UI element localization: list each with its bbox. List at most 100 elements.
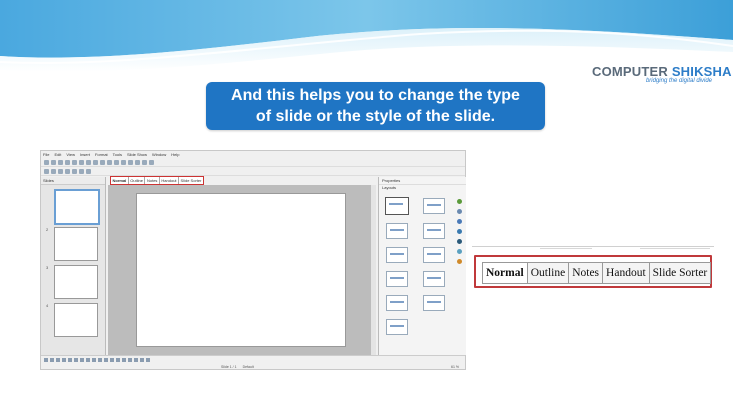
caption-line-2: of slide or the style of the slide. bbox=[255, 108, 496, 125]
fontwork-icon[interactable] bbox=[134, 357, 138, 362]
status-zoom[interactable]: 61 % bbox=[451, 365, 459, 369]
text-tool-icon[interactable] bbox=[74, 357, 78, 362]
insert-image-icon[interactable] bbox=[140, 357, 144, 362]
stars-icon[interactable] bbox=[122, 357, 126, 362]
tab-handout[interactable]: Handout bbox=[603, 263, 650, 283]
menu-tools[interactable]: Tools bbox=[113, 152, 122, 157]
menu-format[interactable]: Format bbox=[95, 152, 108, 157]
layout-centered-text[interactable] bbox=[386, 271, 408, 287]
undo-icon[interactable] bbox=[114, 160, 119, 165]
tab-notes-small[interactable]: Notes bbox=[145, 177, 160, 184]
connector-icon[interactable] bbox=[86, 357, 90, 362]
caption-box: And this helps you to change the type of… bbox=[206, 82, 545, 130]
slide-thumbnail-2[interactable] bbox=[54, 227, 98, 261]
layout-title-content[interactable] bbox=[386, 223, 408, 239]
basic-shapes-icon[interactable] bbox=[92, 357, 96, 362]
status-bar: Slide 1 / 1 Default 61 % bbox=[41, 363, 465, 370]
navigator-icon[interactable] bbox=[457, 259, 462, 264]
open-icon[interactable] bbox=[51, 160, 56, 165]
gallery-icon[interactable] bbox=[457, 249, 462, 254]
slideshow-icon[interactable] bbox=[149, 160, 154, 165]
tab-slide-sorter[interactable]: Slide Sorter bbox=[649, 263, 711, 283]
layout-four-content[interactable] bbox=[386, 295, 408, 311]
slide-thumbnail-3[interactable] bbox=[54, 265, 98, 299]
extrusion-icon[interactable] bbox=[146, 357, 150, 362]
layout-title-centered[interactable] bbox=[423, 223, 445, 239]
arrow-tool-icon[interactable] bbox=[56, 357, 60, 362]
pdf-icon[interactable] bbox=[72, 160, 77, 165]
shadow-icon[interactable] bbox=[79, 169, 84, 174]
points-icon[interactable] bbox=[128, 357, 132, 362]
slide-thumbnail-1[interactable] bbox=[54, 189, 100, 225]
line-icon[interactable] bbox=[51, 169, 56, 174]
layout-vertical[interactable] bbox=[386, 319, 408, 335]
master-slides-icon[interactable] bbox=[457, 229, 462, 234]
symbol-shapes-icon[interactable] bbox=[98, 357, 102, 362]
tab-notes[interactable]: Notes bbox=[569, 263, 604, 283]
redo-icon[interactable] bbox=[121, 160, 126, 165]
chart-icon[interactable] bbox=[142, 160, 147, 165]
tab-outline[interactable]: Outline bbox=[527, 263, 570, 283]
table-icon[interactable] bbox=[128, 160, 133, 165]
slide-number: 4 bbox=[46, 303, 49, 308]
copy-icon[interactable] bbox=[100, 160, 105, 165]
line-color-icon[interactable] bbox=[58, 169, 63, 174]
tab-outline-small[interactable]: Outline bbox=[129, 177, 146, 184]
cut-icon[interactable] bbox=[93, 160, 98, 165]
callouts-icon[interactable] bbox=[116, 357, 120, 362]
layout-title-2-content[interactable] bbox=[423, 271, 445, 287]
menu-insert[interactable]: Insert bbox=[80, 152, 90, 157]
print-icon[interactable] bbox=[79, 160, 84, 165]
menu-edit[interactable]: Edit bbox=[54, 152, 61, 157]
layout-blank[interactable] bbox=[385, 197, 409, 215]
image-icon[interactable] bbox=[135, 160, 140, 165]
zoom-divider bbox=[540, 248, 592, 249]
slide-transition-icon[interactable] bbox=[457, 209, 462, 214]
rectangle-icon[interactable] bbox=[62, 357, 66, 362]
email-icon[interactable] bbox=[65, 160, 70, 165]
properties-sidebar: Properties Layouts bbox=[378, 177, 466, 355]
vertical-scrollbar[interactable] bbox=[371, 185, 376, 355]
tab-slide-sorter-small[interactable]: Slide Sorter bbox=[179, 177, 203, 184]
curve-icon[interactable] bbox=[80, 357, 84, 362]
layout-two-content[interactable] bbox=[386, 247, 408, 263]
slides-pane-title: Slides bbox=[41, 177, 105, 185]
new-icon[interactable] bbox=[44, 160, 49, 165]
paste-icon[interactable] bbox=[107, 160, 112, 165]
menu-help[interactable]: Help bbox=[171, 152, 179, 157]
slide-thumbnail-4[interactable] bbox=[54, 303, 98, 337]
flowchart-icon[interactable] bbox=[110, 357, 114, 362]
layout-title-only[interactable] bbox=[423, 247, 445, 263]
animation-icon[interactable] bbox=[457, 219, 462, 224]
spellcheck-icon[interactable] bbox=[86, 160, 91, 165]
tab-normal-small[interactable]: Normal bbox=[111, 177, 129, 184]
block-arrows-icon[interactable] bbox=[104, 357, 108, 362]
save-icon[interactable] bbox=[58, 160, 63, 165]
area-icon[interactable] bbox=[65, 169, 70, 174]
brand-name-part1: COMPUTER bbox=[592, 64, 672, 79]
drawing-toolbar bbox=[41, 355, 465, 363]
menu-bar: File Edit View Insert Format Tools Slide… bbox=[41, 151, 465, 158]
slide-canvas[interactable] bbox=[136, 193, 346, 347]
layout-six-content[interactable] bbox=[423, 295, 445, 311]
menu-window[interactable]: Window bbox=[152, 152, 166, 157]
ellipse-icon[interactable] bbox=[68, 357, 72, 362]
fill-color-icon[interactable] bbox=[72, 169, 77, 174]
properties-icon[interactable] bbox=[457, 199, 462, 204]
slide-number: 2 bbox=[46, 227, 49, 232]
menu-view[interactable]: View bbox=[66, 152, 75, 157]
styles-sidebar-icon[interactable] bbox=[457, 239, 462, 244]
status-master: Default bbox=[242, 364, 254, 369]
view-tab-bar: Normal Outline Notes Handout Slide Sorte… bbox=[108, 176, 376, 185]
menu-file[interactable]: File bbox=[43, 152, 49, 157]
zoomed-view-tab-bar: Normal Outline Notes Handout Slide Sorte… bbox=[482, 262, 712, 284]
sidebar-icon[interactable] bbox=[86, 169, 91, 174]
select-icon[interactable] bbox=[44, 357, 48, 362]
tab-normal[interactable]: Normal bbox=[483, 263, 528, 283]
status-slide-number: Slide 1 / 1 bbox=[221, 364, 237, 369]
styles-icon[interactable] bbox=[44, 169, 49, 174]
tab-handout-small[interactable]: Handout bbox=[160, 177, 180, 184]
menu-slide-show[interactable]: Slide Show bbox=[127, 152, 147, 157]
layout-title-slide[interactable] bbox=[423, 198, 445, 214]
line-tool-icon[interactable] bbox=[50, 357, 54, 362]
